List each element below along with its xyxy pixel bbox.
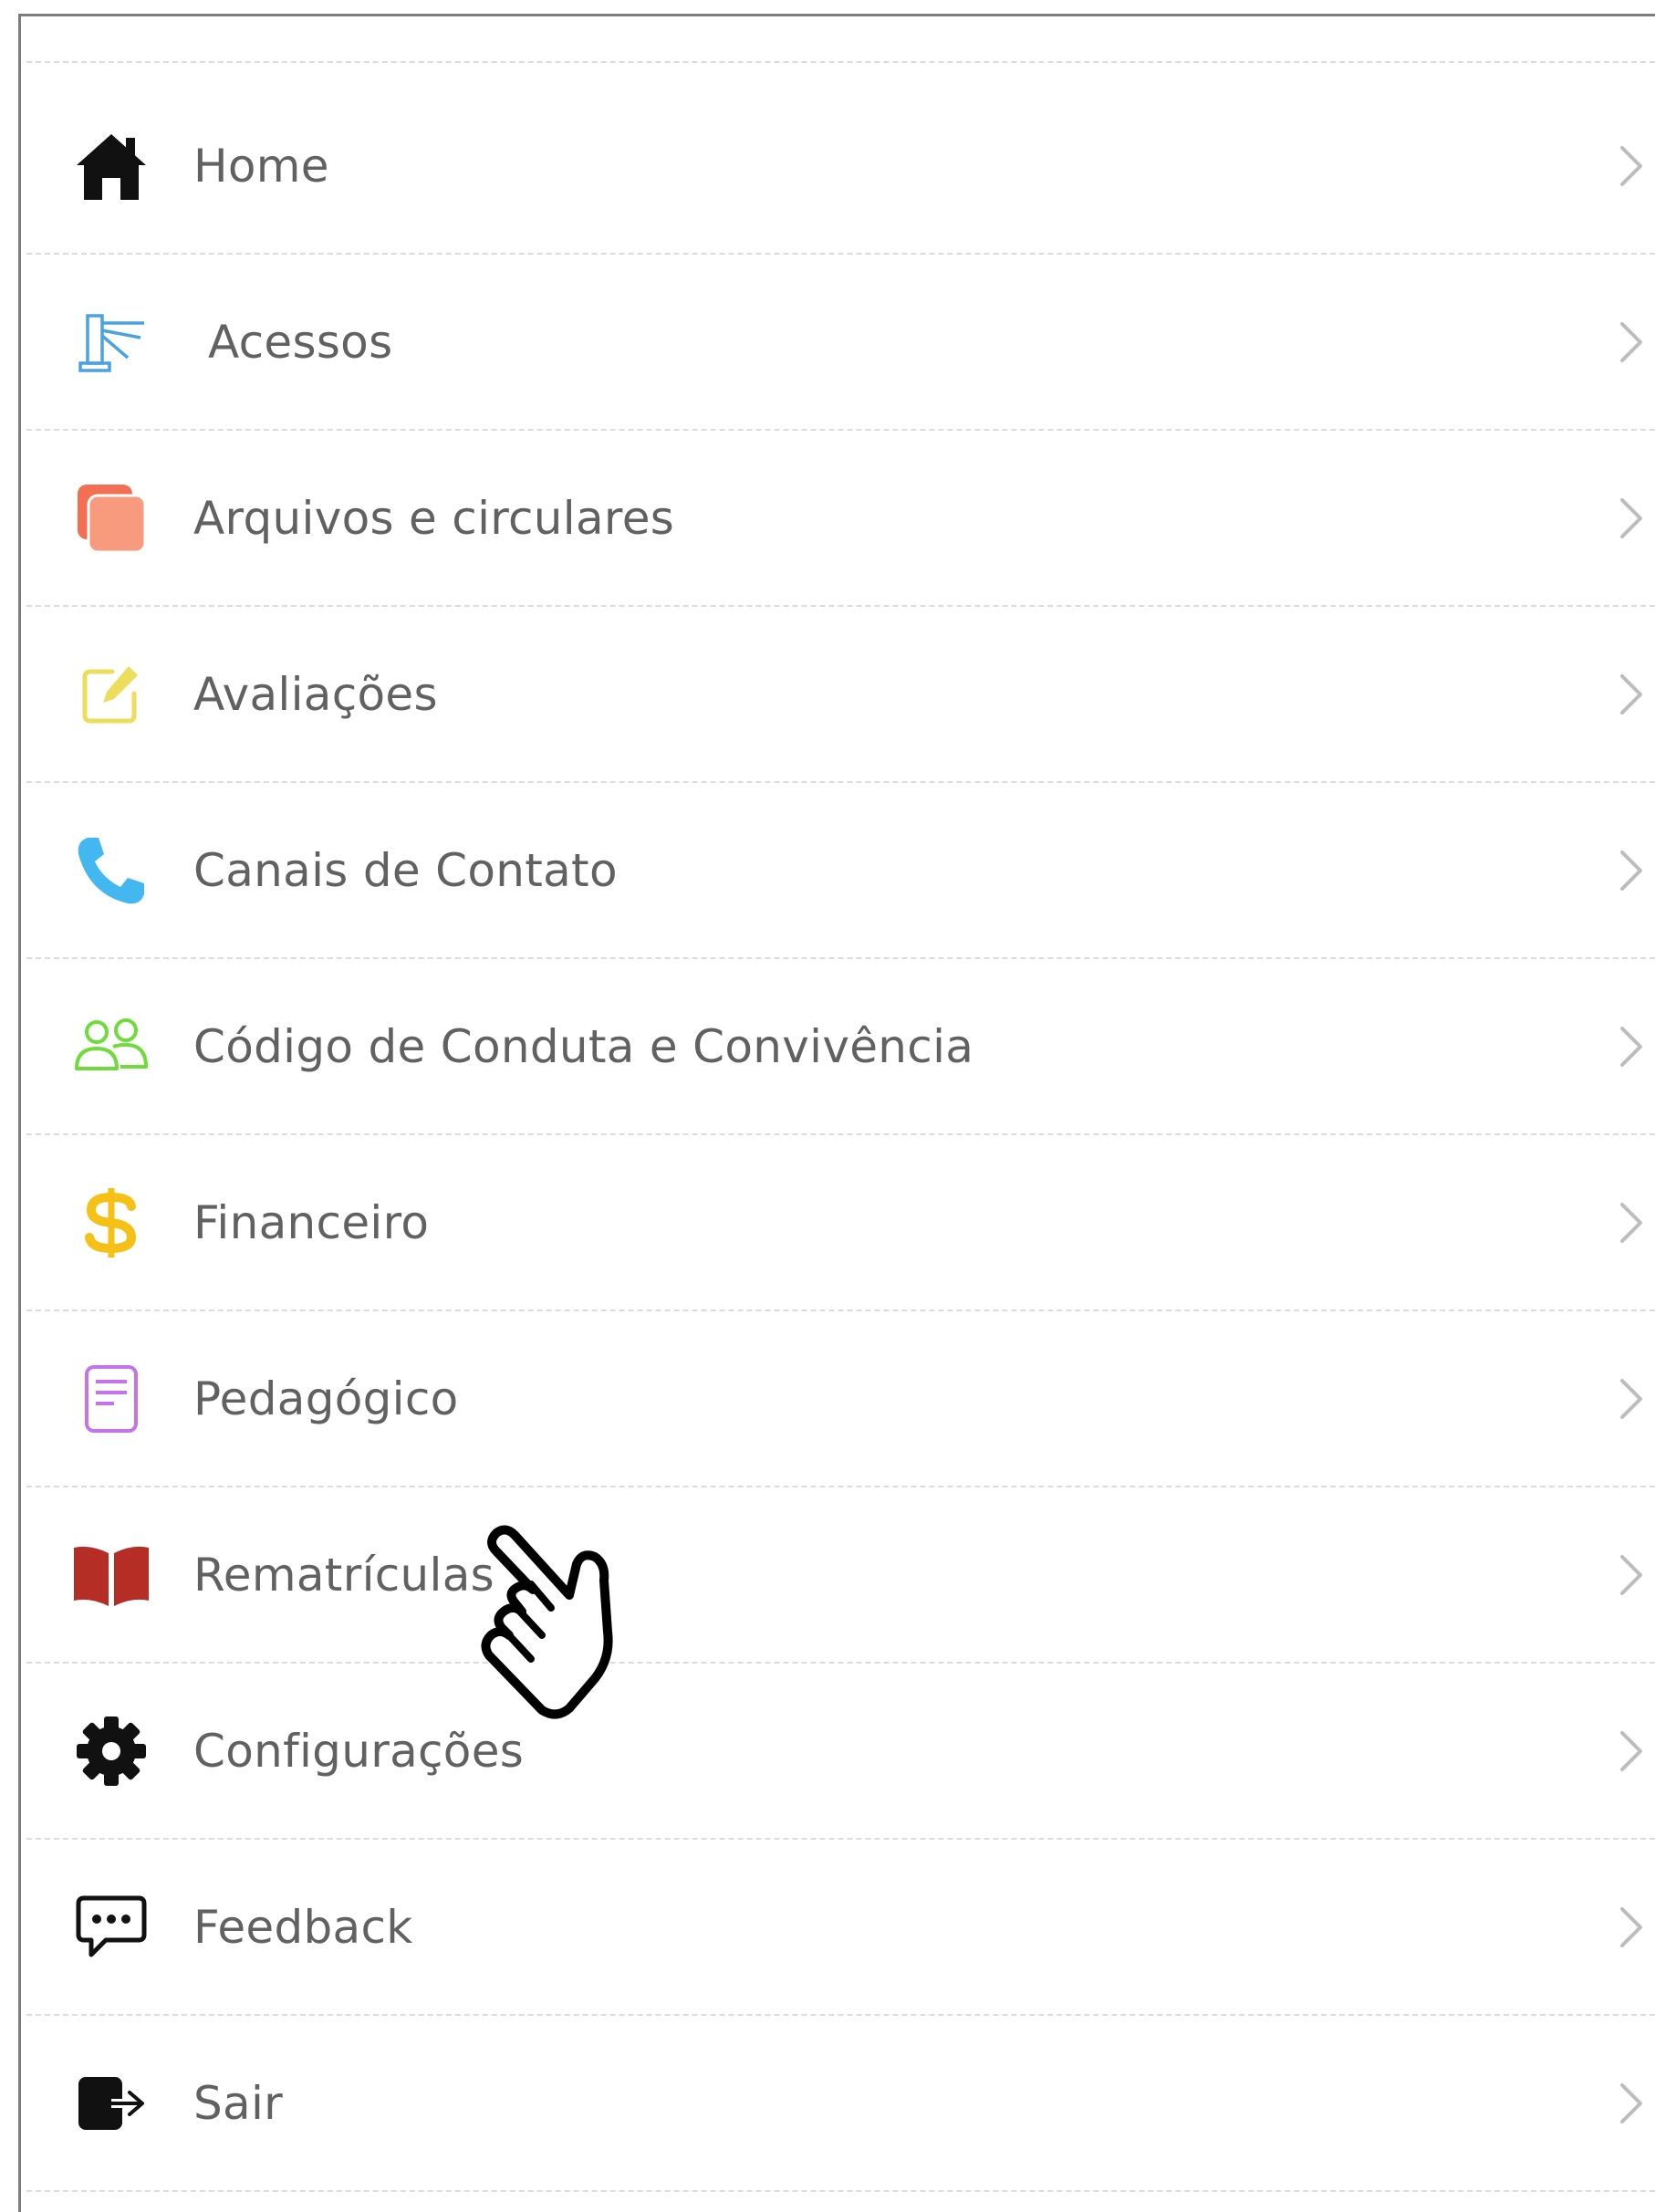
menu-item-label: Canais de Contato	[193, 843, 618, 897]
menu-item-label: Feedback	[193, 1900, 413, 1954]
phone-icon	[70, 830, 152, 912]
menu-item-sair[interactable]: Sair	[26, 2016, 1655, 2192]
users-icon	[70, 1006, 152, 1088]
menu-item-label: Avaliações	[193, 667, 438, 721]
chevron-right-icon	[1620, 1730, 1642, 1771]
menu-item-label: Rematrículas	[193, 1548, 495, 1602]
menu-item-rematriculas[interactable]: Rematrículas	[26, 1487, 1655, 1664]
dollar-icon	[70, 1182, 152, 1264]
menu-item-arquivos-circulares[interactable]: Arquivos e circulares	[26, 431, 1655, 607]
menu-item-pedagogico[interactable]: Pedagógico	[26, 1311, 1655, 1487]
chevron-right-icon	[1620, 497, 1642, 538]
edit-icon	[70, 653, 152, 736]
menu-item-canais-contato[interactable]: Canais de Contato	[26, 783, 1655, 959]
menu-item-label: Arquivos e circulares	[193, 491, 675, 545]
chevron-right-icon	[1620, 1906, 1642, 1947]
menu-item-configuracoes[interactable]: Configurações	[26, 1664, 1655, 1840]
gear-icon	[70, 1710, 152, 1792]
chevron-right-icon	[1620, 673, 1642, 715]
document-icon	[70, 1358, 152, 1440]
logout-icon	[70, 2062, 152, 2144]
chevron-right-icon	[1620, 850, 1642, 891]
menu-item-feedback[interactable]: Feedback	[26, 1840, 1655, 2016]
menu-item-acessos[interactable]: Acessos	[26, 255, 1655, 431]
menu-item-label: Financeiro	[193, 1195, 430, 1249]
menu-item-label: Configurações	[193, 1724, 525, 1778]
menu-item-label: Home	[193, 139, 329, 193]
chevron-right-icon	[1620, 2082, 1642, 2123]
menu-item-label: Sair	[193, 2076, 284, 2130]
chevron-right-icon	[1620, 321, 1642, 362]
menu-item-label: Acessos	[208, 315, 393, 369]
chevron-right-icon	[1620, 1202, 1642, 1243]
chevron-right-icon	[1620, 1026, 1642, 1067]
menu-item-label: Código de Conduta e Convivência	[193, 1019, 974, 1073]
menu-item-codigo-conduta[interactable]: Código de Conduta e Convivência	[26, 959, 1655, 1135]
menu-item-label: Pedagógico	[193, 1372, 459, 1425]
files-icon	[70, 477, 152, 559]
turnstile-icon	[70, 301, 152, 383]
menu-item-avaliacoes[interactable]: Avaliações	[26, 607, 1655, 783]
menu-item-home[interactable]: Home	[26, 78, 1655, 255]
chevron-right-icon	[1620, 1378, 1642, 1419]
top-divider	[26, 61, 1655, 63]
menu-panel: Home Acessos Arquivos e circulares Avali…	[18, 14, 1655, 2212]
home-icon	[70, 125, 152, 207]
chat-icon	[70, 1886, 152, 1968]
chevron-right-icon	[1620, 145, 1642, 186]
chevron-right-icon	[1620, 1554, 1642, 1595]
menu-item-financeiro[interactable]: Financeiro	[26, 1135, 1655, 1311]
book-icon	[70, 1534, 152, 1616]
